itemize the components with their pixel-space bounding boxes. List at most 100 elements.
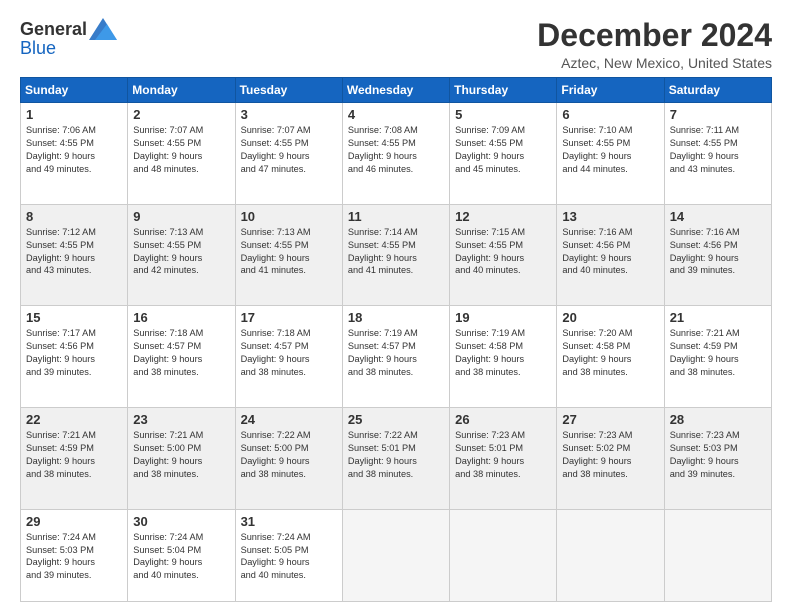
day-number: 15 — [26, 310, 123, 325]
day-info: Sunrise: 7:13 AM Sunset: 4:55 PM Dayligh… — [241, 226, 338, 278]
header-friday: Friday — [557, 78, 664, 103]
logo: General Blue — [20, 18, 117, 59]
header-monday: Monday — [128, 78, 235, 103]
table-row: 16Sunrise: 7:18 AM Sunset: 4:57 PM Dayli… — [128, 306, 235, 408]
day-number: 11 — [348, 209, 445, 224]
day-info: Sunrise: 7:12 AM Sunset: 4:55 PM Dayligh… — [26, 226, 123, 278]
day-info: Sunrise: 7:19 AM Sunset: 4:57 PM Dayligh… — [348, 327, 445, 379]
day-info: Sunrise: 7:18 AM Sunset: 4:57 PM Dayligh… — [241, 327, 338, 379]
table-row: 31 Sunrise: 7:24 AM Sunset: 5:05 PM Dayli… — [235, 509, 342, 601]
day-number: 14 — [670, 209, 767, 224]
calendar-week-row: 29 Sunrise: 7:24 AM Sunset: 5:03 PM Dayli… — [21, 509, 772, 601]
day-number: 31 — [241, 514, 338, 529]
day-info: Sunrise: 7:21 AM Sunset: 5:00 PM Dayligh… — [133, 429, 230, 481]
day-info: Sunrise: 7:24 AM Sunset: 5:04 PM Dayligh… — [133, 531, 230, 583]
day-number: 25 — [348, 412, 445, 427]
table-row — [557, 509, 664, 601]
day-info: Sunrise: 7:18 AM Sunset: 4:57 PM Dayligh… — [133, 327, 230, 379]
calendar-header-row: Sunday Monday Tuesday Wednesday Thursday… — [21, 78, 772, 103]
day-number: 18 — [348, 310, 445, 325]
table-row: 26 Sunrise: 7:23 AM Sunset: 5:01 PM Dayli… — [450, 408, 557, 510]
day-info: Sunrise: 7:10 AM Sunset: 4:55 PM Dayligh… — [562, 124, 659, 176]
table-row: 1 Sunrise: 7:06 AM Sunset: 4:55 PM Daylig… — [21, 103, 128, 205]
table-row: 8 Sunrise: 7:12 AM Sunset: 4:55 PM Daylig… — [21, 204, 128, 306]
logo-general: General — [20, 19, 87, 40]
table-row: 18 Sunrise: 7:19 AM Sunset: 4:57 PM Dayli… — [342, 306, 449, 408]
day-number: 29 — [26, 514, 123, 529]
table-row: 15 Sunrise: 7:17 AM Sunset: 4:56 PM Dayli… — [21, 306, 128, 408]
day-number: 3 — [241, 107, 338, 122]
day-number: 30 — [133, 514, 230, 529]
day-number: 1 — [26, 107, 123, 122]
day-info: Sunrise: 7:16 AM Sunset: 4:56 PM Dayligh… — [562, 226, 659, 278]
table-row: 20Sunrise: 7:20 AM Sunset: 4:58 PM Dayli… — [557, 306, 664, 408]
day-number: 8 — [26, 209, 123, 224]
table-row: 21Sunrise: 7:21 AM Sunset: 4:59 PM Dayli… — [664, 306, 771, 408]
calendar-week-row: 8 Sunrise: 7:12 AM Sunset: 4:55 PM Daylig… — [21, 204, 772, 306]
day-number: 23 — [133, 412, 230, 427]
calendar-week-row: 1 Sunrise: 7:06 AM Sunset: 4:55 PM Daylig… — [21, 103, 772, 205]
table-row: 23 Sunrise: 7:21 AM Sunset: 5:00 PM Dayli… — [128, 408, 235, 510]
day-info: Sunrise: 7:08 AM Sunset: 4:55 PM Dayligh… — [348, 124, 445, 176]
header-sunday: Sunday — [21, 78, 128, 103]
day-number: 9 — [133, 209, 230, 224]
header-tuesday: Tuesday — [235, 78, 342, 103]
header-wednesday: Wednesday — [342, 78, 449, 103]
day-info: Sunrise: 7:06 AM Sunset: 4:55 PM Dayligh… — [26, 124, 123, 176]
table-row: 5Sunrise: 7:09 AM Sunset: 4:55 PM Daylig… — [450, 103, 557, 205]
table-row: 9 Sunrise: 7:13 AM Sunset: 4:55 PM Daylig… — [128, 204, 235, 306]
table-row: 29 Sunrise: 7:24 AM Sunset: 5:03 PM Dayli… — [21, 509, 128, 601]
day-info: Sunrise: 7:24 AM Sunset: 5:03 PM Dayligh… — [26, 531, 123, 583]
table-row: 25 Sunrise: 7:22 AM Sunset: 5:01 PM Dayli… — [342, 408, 449, 510]
table-row: 7Sunrise: 7:11 AM Sunset: 4:55 PM Daylig… — [664, 103, 771, 205]
day-info: Sunrise: 7:20 AM Sunset: 4:58 PM Dayligh… — [562, 327, 659, 379]
table-row: 11 Sunrise: 7:14 AM Sunset: 4:55 PM Dayli… — [342, 204, 449, 306]
calendar-week-row: 22Sunrise: 7:21 AM Sunset: 4:59 PM Dayli… — [21, 408, 772, 510]
day-info: Sunrise: 7:07 AM Sunset: 4:55 PM Dayligh… — [133, 124, 230, 176]
day-info: Sunrise: 7:17 AM Sunset: 4:56 PM Dayligh… — [26, 327, 123, 379]
title-block: December 2024 Aztec, New Mexico, United … — [537, 18, 772, 71]
day-number: 22 — [26, 412, 123, 427]
day-number: 28 — [670, 412, 767, 427]
day-info: Sunrise: 7:19 AM Sunset: 4:58 PM Dayligh… — [455, 327, 552, 379]
subtitle: Aztec, New Mexico, United States — [537, 55, 772, 71]
day-number: 24 — [241, 412, 338, 427]
logo-blue: Blue — [20, 38, 56, 58]
table-row: 12 Sunrise: 7:15 AM Sunset: 4:55 PM Dayli… — [450, 204, 557, 306]
day-number: 2 — [133, 107, 230, 122]
day-number: 21 — [670, 310, 767, 325]
table-row: 22Sunrise: 7:21 AM Sunset: 4:59 PM Dayli… — [21, 408, 128, 510]
main-title: December 2024 — [537, 18, 772, 53]
day-info: Sunrise: 7:22 AM Sunset: 5:01 PM Dayligh… — [348, 429, 445, 481]
day-number: 6 — [562, 107, 659, 122]
day-info: Sunrise: 7:15 AM Sunset: 4:55 PM Dayligh… — [455, 226, 552, 278]
day-number: 27 — [562, 412, 659, 427]
table-row: 14 Sunrise: 7:16 AM Sunset: 4:56 PM Dayli… — [664, 204, 771, 306]
page: General Blue December 2024 Aztec, New Me… — [0, 0, 792, 612]
day-info: Sunrise: 7:16 AM Sunset: 4:56 PM Dayligh… — [670, 226, 767, 278]
logo-text: General — [20, 18, 117, 40]
day-info: Sunrise: 7:23 AM Sunset: 5:03 PM Dayligh… — [670, 429, 767, 481]
table-row: 3 Sunrise: 7:07 AM Sunset: 4:55 PM Daylig… — [235, 103, 342, 205]
table-row: 19Sunrise: 7:19 AM Sunset: 4:58 PM Dayli… — [450, 306, 557, 408]
day-number: 10 — [241, 209, 338, 224]
table-row: 30 Sunrise: 7:24 AM Sunset: 5:04 PM Dayli… — [128, 509, 235, 601]
day-number: 13 — [562, 209, 659, 224]
day-number: 12 — [455, 209, 552, 224]
logo-icon — [89, 18, 117, 40]
day-info: Sunrise: 7:24 AM Sunset: 5:05 PM Dayligh… — [241, 531, 338, 583]
day-info: Sunrise: 7:13 AM Sunset: 4:55 PM Dayligh… — [133, 226, 230, 278]
header-saturday: Saturday — [664, 78, 771, 103]
day-info: Sunrise: 7:23 AM Sunset: 5:02 PM Dayligh… — [562, 429, 659, 481]
calendar-table: Sunday Monday Tuesday Wednesday Thursday… — [20, 77, 772, 602]
day-info: Sunrise: 7:23 AM Sunset: 5:01 PM Dayligh… — [455, 429, 552, 481]
day-info: Sunrise: 7:07 AM Sunset: 4:55 PM Dayligh… — [241, 124, 338, 176]
day-info: Sunrise: 7:14 AM Sunset: 4:55 PM Dayligh… — [348, 226, 445, 278]
table-row: 6 Sunrise: 7:10 AM Sunset: 4:55 PM Daylig… — [557, 103, 664, 205]
table-row — [450, 509, 557, 601]
day-number: 5 — [455, 107, 552, 122]
day-number: 7 — [670, 107, 767, 122]
table-row — [342, 509, 449, 601]
day-number: 26 — [455, 412, 552, 427]
header: General Blue December 2024 Aztec, New Me… — [20, 18, 772, 71]
